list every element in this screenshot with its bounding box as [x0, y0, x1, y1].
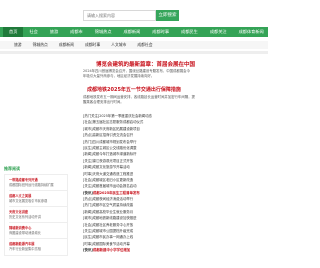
news-title: 成都高校毕业生就业服务月	[92, 209, 134, 214]
sidebar-entry[interactable]: 天府文化讲座 历史文化系列活动开讲	[9, 210, 67, 219]
nav-item[interactable]: 成都体育新闻	[233, 27, 270, 37]
sidebar-entry[interactable]: 成都人文之美展 城市文化展览吸引市民参观	[9, 194, 67, 203]
nav-item[interactable]: 锦城热点	[89, 27, 118, 37]
subnav-item[interactable]: 旅游	[14, 41, 33, 49]
divider	[0, 51, 268, 54]
sidebar-entry[interactable]: 一带路成都专列开通 成都国际班列运行线路持续扩展	[9, 178, 67, 187]
news-item[interactable]: [快讯]成都新建中小学学位增加	[83, 247, 203, 253]
headline-summary: 2024年四川首届博览会召开，围绕丝路建设专题发布，中国成都展会今年吸引大量外商…	[83, 69, 190, 78]
news-title: 2025年第一季度重庆社会新闻动态	[99, 114, 152, 118]
main-nav: 首页 社会 旅游 成都市 锦城热点 成都新闻 成都时事 成都民生 成都关注 成都…	[0, 27, 284, 37]
sidebar-entry-desc: 城市文化展览吸引市民参观	[9, 198, 48, 203]
nav-item-home[interactable]: 首页	[3, 27, 24, 37]
nav-item[interactable]: 成都市	[64, 27, 89, 37]
news-title: 成都2025年民生工程清单发布	[92, 190, 140, 195]
news-title: 高新区招商引资交流会召开	[92, 133, 134, 138]
subnav-item[interactable]: 锦城热点	[33, 41, 59, 49]
search-bar: 立即搜索	[83, 10, 179, 21]
news-title: 成都城区老旧小区更新改造	[92, 177, 134, 182]
news-title: 成都首届城市运动会报名启动	[92, 184, 137, 189]
news-title: 成都文化旅游节开幕活动	[92, 165, 130, 170]
headline-link[interactable]: 博览会建筑的最新篇章：首届会展在中国	[96, 60, 195, 68]
sidebar-entry[interactable]: 锦城新消费中心 商圈建设带动消费增长	[9, 226, 67, 235]
news-title: 成都城市公园提档升级完成	[92, 229, 134, 234]
news-tag: [热门关注]	[83, 114, 100, 118]
news-title: 锦江夜游观光项目正式开放	[92, 158, 134, 163]
news-tag: [快讯]	[83, 190, 93, 195]
news-title: 四川成都城市规划发布会举行	[92, 139, 137, 144]
sidebar-entry-desc: 商圈建设带动消费增长	[9, 230, 41, 235]
sidebar-divider	[9, 206, 67, 207]
subnav-item[interactable]: 成都时事	[85, 41, 111, 49]
news-title: 成都新建中小学学位增加	[92, 248, 131, 253]
sidebar-divider	[9, 190, 67, 191]
sidebar-divider	[9, 238, 67, 239]
subnav-item[interactable]: 成都新闻	[59, 41, 85, 49]
news-title: 成都主城区公交线路优化调整	[92, 145, 137, 150]
news-title: 成都国际美食节活动开幕	[92, 241, 130, 246]
nav-item[interactable]: 专题	[270, 27, 290, 37]
news-title: 成都今年打造城市绿道新标杆	[92, 152, 137, 157]
secondary-headline-summary: 成都地铁发布五一期间运营安排，各线路延长运营时间并加密行车间隔，提醒乘客合理安排…	[83, 95, 195, 104]
sidebar-box: 一带路成都专列开通 成都国际班列运行线路持续扩展 成都人文之美展 城市文化展览吸引市民…	[4, 174, 68, 256]
news-title: 成都夜间经济消费活动举行	[92, 197, 134, 202]
news-title: 成都市天府新区拓展建设新项目	[92, 126, 140, 131]
sub-nav: 旅游 锦城热点 成都新闻 成都时事 人文城市 成都社会	[0, 41, 268, 49]
nav-item[interactable]: 成都民生	[175, 27, 204, 37]
news-title: 成都市区空气质量持续改善	[92, 203, 134, 208]
news-tag: [快讯]	[83, 248, 93, 253]
news-title: 成都社区养老服务中心开放	[92, 222, 134, 227]
news-title: 天府大道交通改造工程推进	[92, 171, 134, 176]
search-input[interactable]	[83, 10, 156, 21]
nav-item[interactable]: 社会	[23, 27, 43, 37]
nav-item[interactable]: 成都关注	[204, 27, 233, 37]
sidebar-title: 推荐阅读	[4, 166, 20, 171]
sidebar-entry-desc: 汽车行业新品集中亮相	[9, 246, 41, 251]
sidebar-entry-desc: 成都国际班列运行线路持续扩展	[9, 182, 54, 187]
sidebar-entry-desc: 历史文化系列活动开讲	[9, 214, 41, 219]
search-button[interactable]: 立即搜索	[156, 10, 179, 21]
sidebar-entry[interactable]: 成都新能源汽车展 汽车行业新品集中亮相	[9, 242, 67, 251]
secondary-headline-link[interactable]: 成都地铁2025年五一节交通出行保障措施	[87, 86, 181, 93]
news-list: [热门关注]2025年第一季度重庆社会新闻动态 [社会]第五届社区志愿服务成都启动…	[83, 113, 203, 254]
news-title: 第五届社区志愿服务成都启动仪式	[92, 120, 144, 125]
subnav-item[interactable]: 人文城市	[111, 41, 137, 49]
news-title: 成都地铁新线路建设加快推进	[92, 216, 137, 221]
nav-item[interactable]: 成都时事	[146, 27, 175, 37]
nav-item[interactable]: 成都新闻	[118, 27, 147, 37]
sidebar-divider	[9, 222, 67, 223]
nav-item[interactable]: 旅游	[44, 27, 64, 37]
subnav-item[interactable]: 成都社会	[137, 41, 163, 49]
news-title: 成都市民办事一网通办上线	[92, 235, 134, 240]
